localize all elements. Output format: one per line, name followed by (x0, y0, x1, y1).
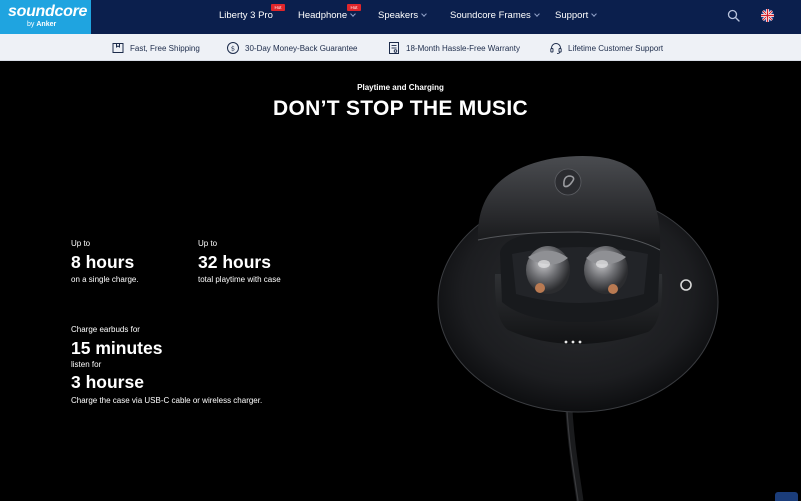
hero-section: Playtime and Charging DON’T STOP THE MUS… (0, 62, 801, 501)
money-back-icon: $ (227, 42, 239, 54)
stat-charge-middle: listen for (71, 360, 102, 369)
headset-icon (550, 43, 562, 55)
stat-single-value: 8 hours (71, 252, 135, 272)
chevron-down-icon (591, 11, 598, 17)
benefit-shipping: Fast, Free Shipping (111, 41, 200, 55)
benefit-label: 30-Day Money-Back Guarantee (245, 43, 358, 53)
stat-charge-value: 15 minutes (71, 338, 163, 358)
stat-total-prefix: Up to (198, 239, 218, 248)
logo-subline: by Anker (27, 21, 57, 28)
stat-charge-caption: Charge the case via USB-C cable or wirel… (71, 396, 263, 405)
nav-item-label: Headphone (298, 10, 348, 21)
stat-single-caption: on a single charge. (71, 275, 139, 284)
nav-item-label: Soundcore Frames (450, 10, 531, 21)
stat-charge-result: 3 hourse (71, 372, 144, 392)
svg-text:$: $ (231, 45, 235, 53)
benefit-money-back: $ 30-Day Money-Back Guarantee (226, 41, 358, 55)
stat-total-caption: total playtime with case (198, 275, 281, 284)
stat-charge-prefix: Charge earbuds for (71, 325, 140, 334)
nav-item-label: Liberty 3 Pro (219, 10, 273, 21)
benefits-bar: Fast, Free Shipping $ 30-Day Money-Back … (0, 34, 801, 61)
nav-item-soundcore-frames[interactable]: Soundcore Frames (450, 10, 540, 21)
stat-total-value: 32 hours (198, 252, 271, 272)
nav-item-support[interactable]: Support (555, 10, 598, 21)
hero-kicker: Playtime and Charging (357, 83, 444, 92)
search-icon[interactable] (727, 9, 740, 22)
uk-flag-icon[interactable] (761, 9, 774, 22)
top-navigation: soundcore by Anker Liberty 3 Pro Hot Hea… (0, 0, 801, 34)
package-icon (112, 43, 124, 53)
stat-single-prefix: Up to (71, 239, 91, 248)
hot-badge: Hot (347, 4, 361, 11)
warranty-icon (389, 42, 399, 54)
benefit-support: Lifetime Customer Support (549, 41, 663, 55)
soundcore-logo[interactable]: soundcore by Anker (0, 0, 91, 34)
hero-headline: DON’T STOP THE MUSIC (273, 97, 528, 120)
nav-item-label: Speakers (378, 10, 419, 21)
chevron-down-icon (421, 11, 427, 17)
earbuds-charging-case-image (437, 156, 719, 501)
logo-wordmark: soundcore (8, 3, 88, 20)
nav-item-liberty-3-pro[interactable]: Liberty 3 Pro (219, 10, 273, 21)
benefit-label: 18-Month Hassle-Free Warranty (406, 43, 520, 53)
chevron-down-icon (350, 11, 356, 17)
hot-badge: Hot (271, 4, 285, 11)
benefit-label: Fast, Free Shipping (130, 43, 200, 53)
benefit-label: Lifetime Customer Support (568, 43, 664, 53)
benefit-warranty: 18-Month Hassle-Free Warranty (387, 41, 520, 55)
nav-item-label: Support (555, 10, 589, 21)
nav-item-speakers[interactable]: Speakers (378, 10, 427, 21)
chevron-down-icon (533, 11, 540, 17)
nav-item-headphone[interactable]: Headphone (298, 10, 356, 21)
scroll-to-top-button[interactable] (775, 492, 798, 501)
